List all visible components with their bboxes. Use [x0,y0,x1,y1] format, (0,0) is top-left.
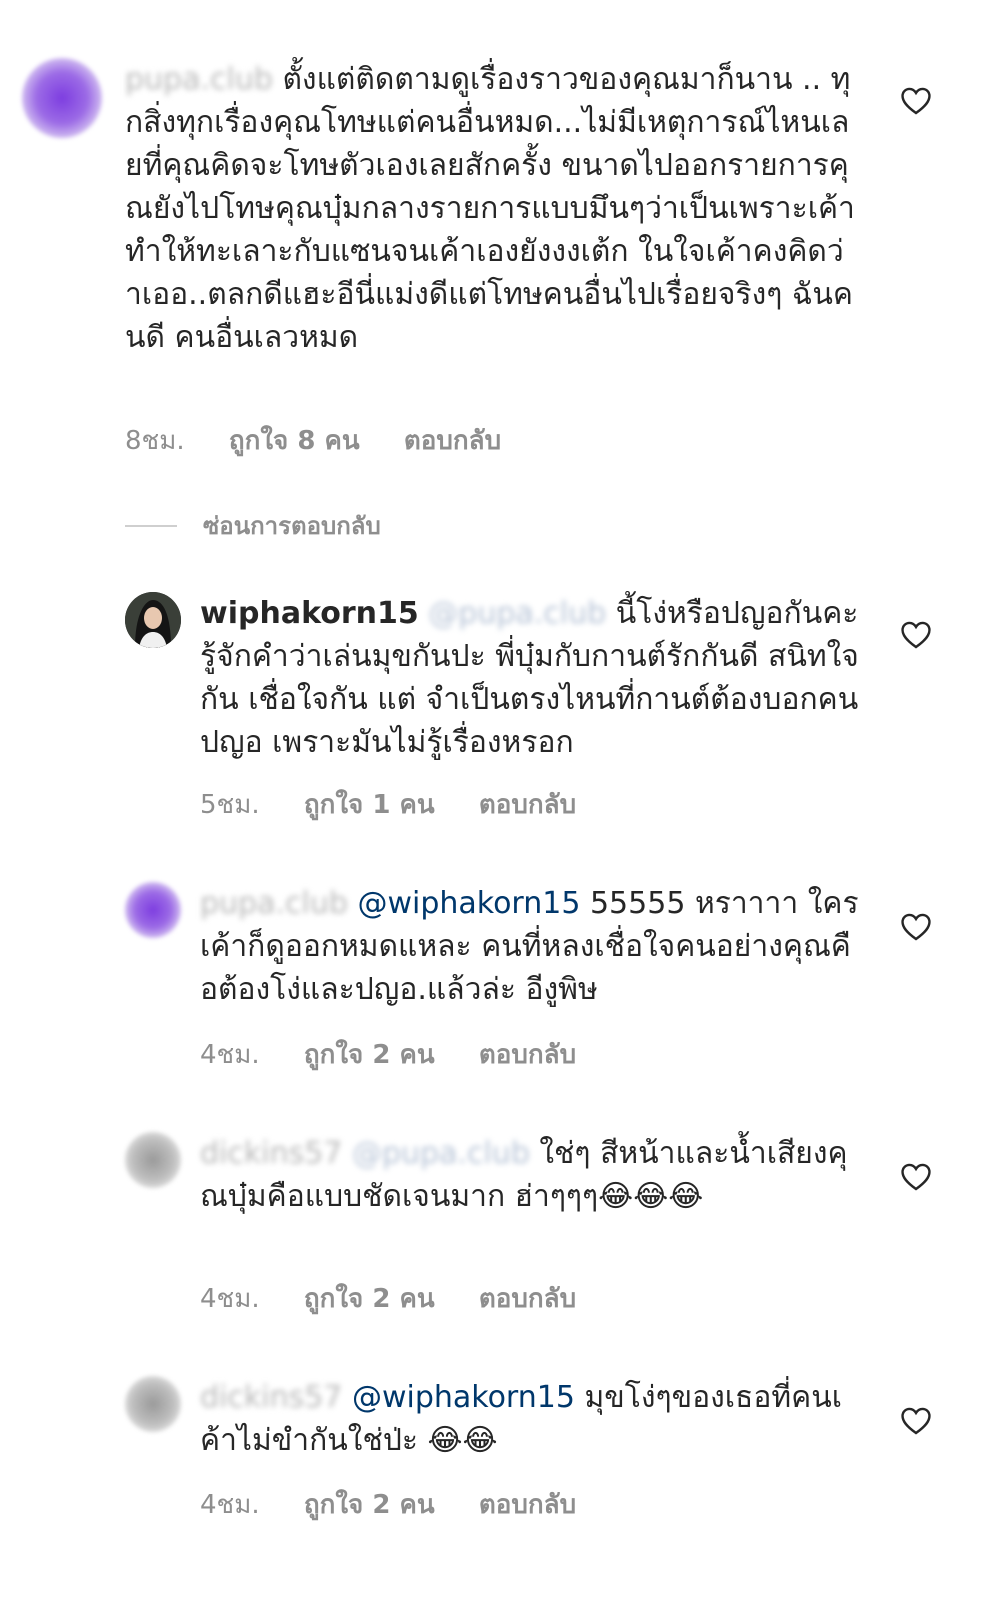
comment-mention[interactable]: @pupa.club [352,1136,530,1171]
comment-meta: 4ชม. ถูกใจ 2 คน ตอบกลับ [200,1278,612,1319]
reply-button[interactable]: ตอบกลับ [479,784,576,825]
comment-time: 4ชม. [200,1040,260,1070]
comment-body: dickins57 @wiphakorn15 มุขโง่ๆของเธอที่ค… [200,1376,860,1462]
comment-mention[interactable]: @pupa.club [428,596,606,631]
heart-outline-icon[interactable] [898,84,934,118]
comment-time: 5ชม. [200,790,260,820]
divider [125,524,177,527]
heart-outline-icon[interactable] [898,910,934,944]
reply-button[interactable]: ตอบกลับ [404,420,501,461]
comment-username[interactable]: dickins57 [200,1136,342,1171]
comment-body: dickins57 @pupa.club ใช่ๆ สีหน้าและน้ำเส… [200,1132,860,1218]
avatar[interactable] [125,592,181,648]
comment-meta: 8ชม. ถูกใจ 8 คน ตอบกลับ [125,420,537,461]
comment-time: 8ชม. [125,426,185,456]
reply-button[interactable]: ตอบกลับ [479,1034,576,1075]
comment-username[interactable]: dickins57 [200,1380,342,1415]
comment-meta: 4ชม. ถูกใจ 2 คน ตอบกลับ [200,1484,612,1525]
avatar[interactable] [125,1132,181,1188]
heart-outline-icon[interactable] [898,1404,934,1438]
like-count[interactable]: ถูกใจ 1 คน [304,784,435,825]
comment-body: pupa.club ตั้งแต่ติดตามดูเรื่องราวของคุณ… [125,58,860,359]
hide-replies-label: ซ่อนการตอบกลับ [203,512,381,540]
reply-button[interactable]: ตอบกลับ [479,1278,576,1319]
comment-username[interactable]: pupa.club [125,62,273,97]
like-count[interactable]: ถูกใจ 2 คน [304,1034,435,1075]
avatar[interactable] [125,882,181,938]
like-count[interactable]: ถูกใจ 2 คน [304,1484,435,1525]
comment-body: pupa.club @wiphakorn15 55555 หราาาา ใครเ… [200,882,860,1011]
reply-button[interactable]: ตอบกลับ [479,1484,576,1525]
comment-time: 4ชม. [200,1490,260,1520]
heart-outline-icon[interactable] [898,618,934,652]
heart-outline-icon[interactable] [898,1160,934,1194]
profile-photo [125,592,181,648]
avatar[interactable] [22,58,102,138]
comment-time: 4ชม. [200,1284,260,1314]
comment-meta: 5ชม. ถูกใจ 1 คน ตอบกลับ [200,784,612,825]
comment-body: wiphakorn15 @pupa.club นี้โง่หรือปญอกันค… [200,592,860,764]
avatar[interactable] [125,1376,181,1432]
comment-username[interactable]: wiphakorn15 [200,596,419,631]
like-count[interactable]: ถูกใจ 8 คน [229,420,360,461]
comment-text: ตั้งแต่ติดตามดูเรื่องราวของคุณมาก็นาน ..… [125,62,855,355]
comment-meta: 4ชม. ถูกใจ 2 คน ตอบกลับ [200,1034,612,1075]
comment-mention[interactable]: @wiphakorn15 [357,886,580,921]
comment-username[interactable]: pupa.club [200,886,348,921]
like-count[interactable]: ถูกใจ 2 คน [304,1278,435,1319]
hide-replies-button[interactable]: ซ่อนการตอบกลับ [125,506,381,545]
comment-mention[interactable]: @wiphakorn15 [352,1380,575,1415]
comments-screen: pupa.club ตั้งแต่ติดตามดูเรื่องราวของคุณ… [0,0,1000,1608]
